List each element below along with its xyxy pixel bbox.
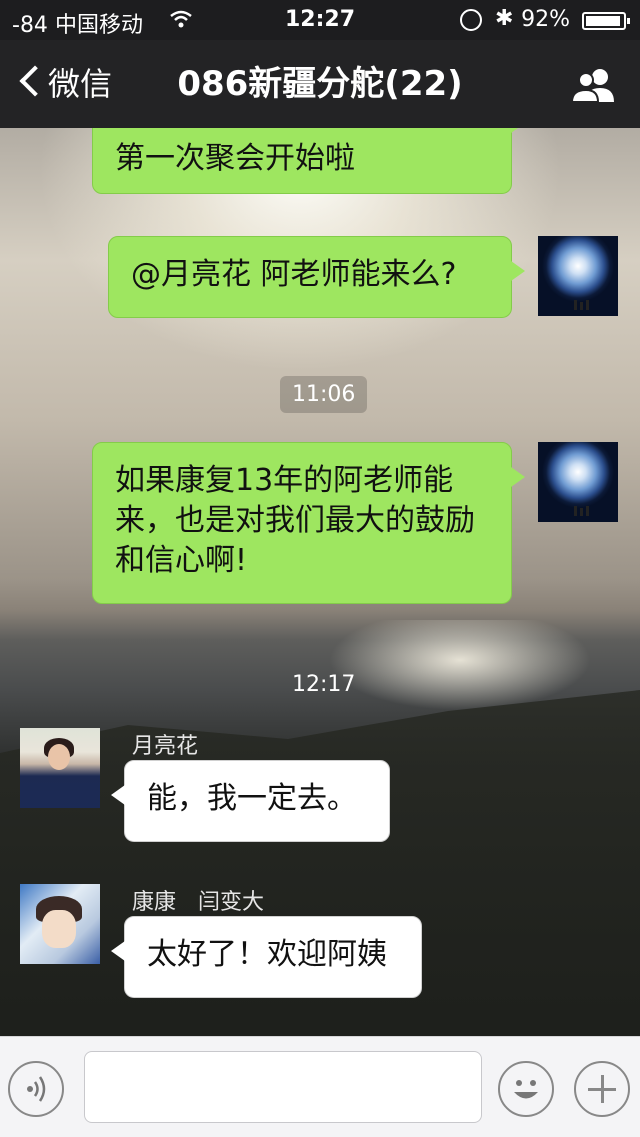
avatar-figure xyxy=(574,300,577,310)
chat-message-list[interactable]: 第一次聚会开始啦 @月亮花 阿老师能来么? 11:06 如果康复13年的阿老师能… xyxy=(0,128,640,1036)
group-members-icon[interactable] xyxy=(570,66,618,104)
avatar-figure xyxy=(580,302,583,310)
emoji-button[interactable] xyxy=(498,1061,554,1117)
more-button[interactable] xyxy=(574,1061,630,1117)
message-bubble-other[interactable]: 太好了！欢迎阿姨 xyxy=(111,916,422,998)
message-text: 能，我一定去。 xyxy=(147,781,357,816)
battery-icon xyxy=(582,12,630,30)
rotation-lock-icon xyxy=(460,9,482,31)
input-toolbar xyxy=(0,1036,640,1137)
my-avatar[interactable] xyxy=(538,236,618,316)
message-bubble-me[interactable]: @月亮花 阿老师能来么? xyxy=(108,236,525,318)
message-text: 如果康复13年的阿老师能来，也是对我们最大的鼓励和信心啊! xyxy=(115,463,475,578)
nav-bar: 微信 086新疆分舵(22) xyxy=(0,40,640,128)
message-bubble-me[interactable]: 如果康复13年的阿老师能来，也是对我们最大的鼓励和信心啊! xyxy=(92,442,525,604)
message-timestamp: 12:17 xyxy=(292,672,356,697)
plus-icon-v xyxy=(601,1075,604,1103)
message-text: @月亮花 阿老师能来么? xyxy=(131,257,457,292)
sender-name: 月亮花 xyxy=(132,734,199,759)
sender-avatar[interactable] xyxy=(20,728,100,808)
avatar-face xyxy=(48,744,70,770)
sender-name: 康康 闫变大 xyxy=(132,890,265,915)
message-input[interactable] xyxy=(84,1051,482,1123)
sender-avatar[interactable] xyxy=(20,884,100,964)
message-bubble-other[interactable]: 能，我一定去。 xyxy=(111,760,390,842)
emoji-icon xyxy=(514,1080,538,1099)
message-text: 太好了！欢迎阿姨 xyxy=(147,937,387,972)
avatar-face xyxy=(42,910,76,948)
avatar-figure xyxy=(580,508,583,516)
bluetooth-icon: ✱ xyxy=(495,6,514,31)
voice-button[interactable] xyxy=(8,1061,64,1117)
avatar-figure xyxy=(586,300,589,310)
status-bar: -84 中国移动 12:27 ✱ 92% xyxy=(0,0,640,40)
avatar-figure xyxy=(586,506,589,516)
message-text: 第一次聚会开始啦 xyxy=(115,141,355,176)
battery-nub xyxy=(627,18,630,24)
chat-title: 086新疆分舵(22) xyxy=(177,64,463,104)
avatar-figure xyxy=(574,506,577,516)
my-avatar[interactable] xyxy=(538,442,618,522)
voice-icon xyxy=(27,1076,46,1102)
message-timestamp: 11:06 xyxy=(280,376,368,413)
message-bubble-me[interactable]: 第一次聚会开始啦 xyxy=(92,128,525,194)
battery-fill xyxy=(586,16,621,26)
battery-percent: 92% xyxy=(521,7,570,32)
